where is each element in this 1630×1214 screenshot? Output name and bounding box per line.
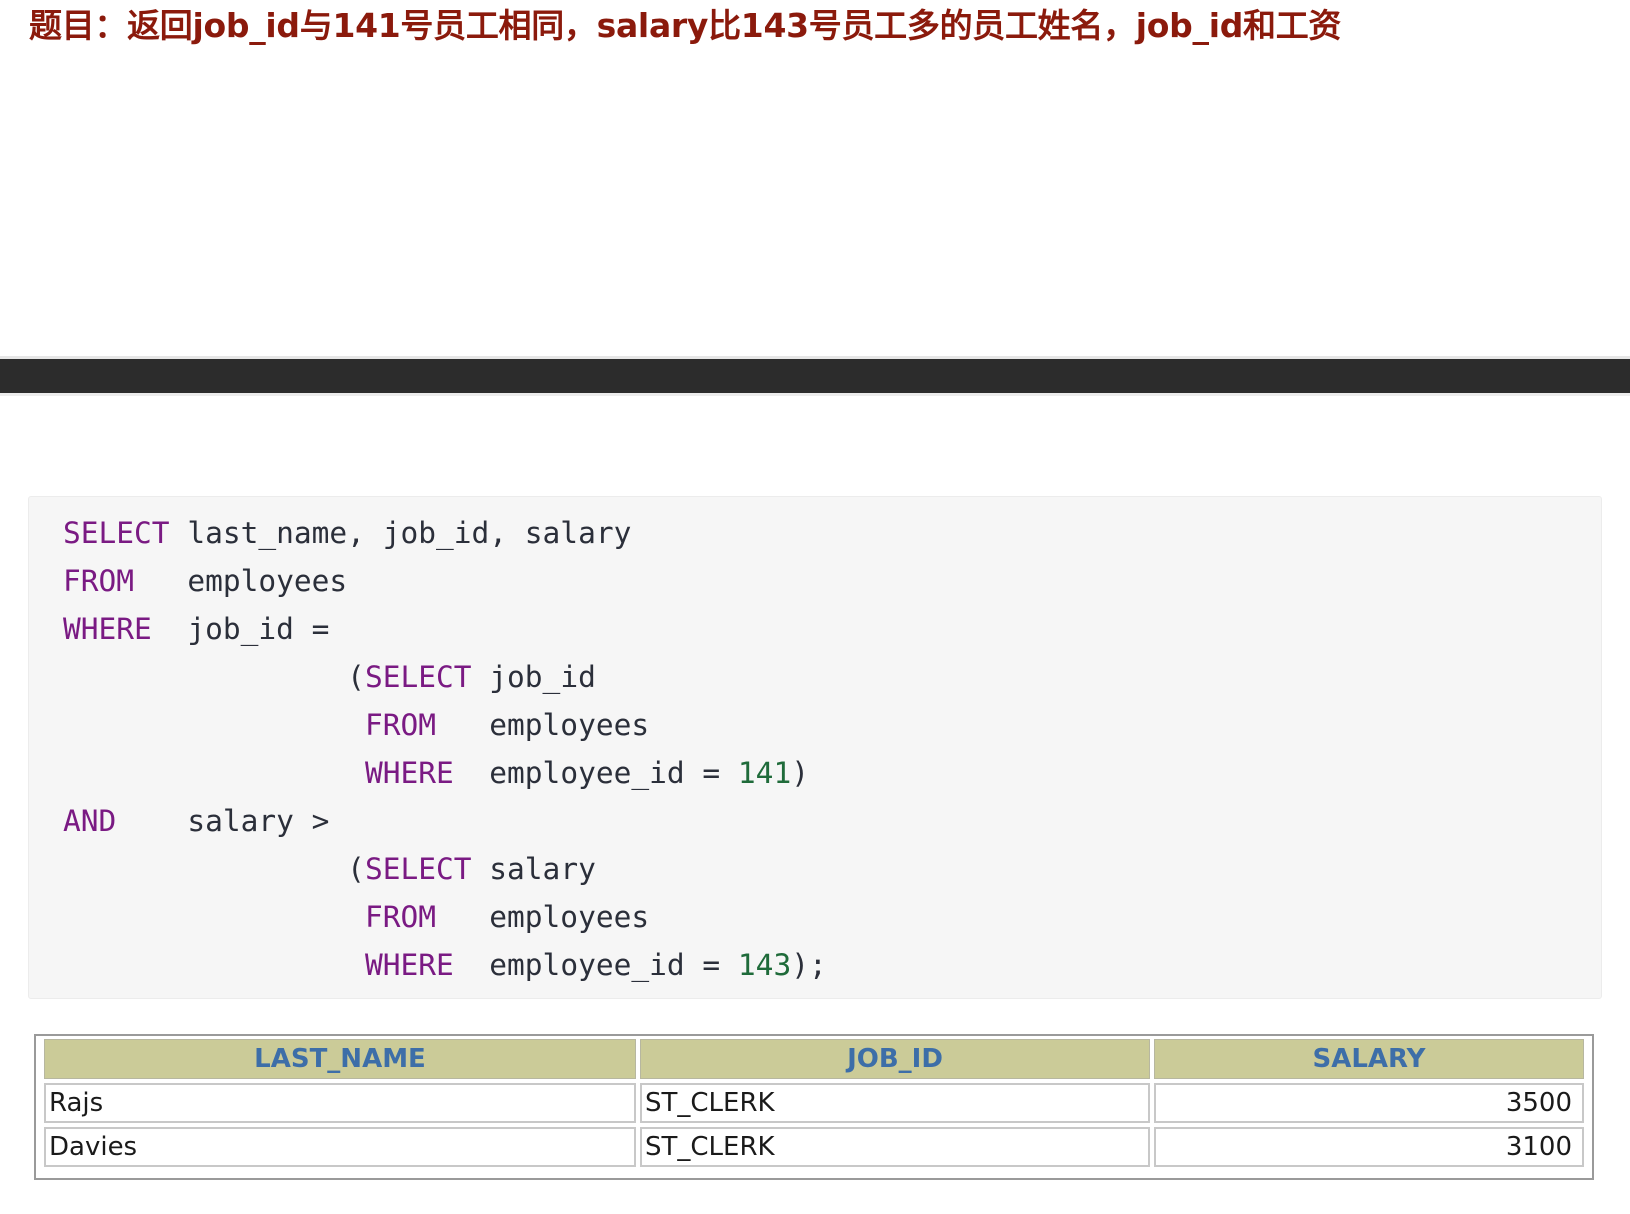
sql-number: 143 (737, 948, 792, 982)
sql-text: employees (134, 564, 348, 598)
sql-text: salary (471, 852, 596, 886)
table-row: Davies ST_CLERK 3100 (44, 1127, 1584, 1167)
code-line: AND salary > (63, 797, 827, 845)
code-line: (SELECT salary (63, 845, 827, 893)
sql-text: ) (791, 756, 809, 790)
code-line: WHERE employee_id = 141) (63, 749, 827, 797)
sql-text: job_id (471, 660, 596, 694)
sql-keyword: FROM (364, 708, 436, 742)
cell-job-id: ST_CLERK (640, 1127, 1150, 1167)
table-row: Rajs ST_CLERK 3500 (44, 1083, 1584, 1123)
sql-code: SELECT last_name, job_id, salary FROM emp… (63, 509, 827, 989)
sql-keyword: FROM (63, 564, 135, 598)
cell-job-id: ST_CLERK (640, 1083, 1150, 1123)
sql-number: 141 (737, 756, 792, 790)
table-header-row: LAST_NAME JOB_ID SALARY (44, 1039, 1584, 1079)
sql-keyword: SELECT (63, 516, 170, 550)
sql-keyword: WHERE (63, 612, 152, 646)
code-line: FROM employees (63, 893, 827, 941)
sql-keyword: SELECT (364, 660, 472, 694)
cell-last-name: Davies (44, 1127, 636, 1167)
sql-text: employee_id = (453, 756, 738, 790)
sql-text: last_name, job_id, salary (169, 516, 632, 550)
sql-text: employees (435, 900, 650, 934)
sql-text: ( (63, 660, 365, 694)
code-line: WHERE employee_id = 143); (63, 941, 827, 989)
sql-code-block: SELECT last_name, job_id, salary FROM emp… (28, 496, 1602, 999)
code-line: WHERE job_id = (63, 605, 827, 653)
sql-text: employees (435, 708, 650, 742)
sql-keyword: FROM (364, 900, 436, 934)
cell-salary: 3100 (1154, 1127, 1584, 1167)
result-table-frame: LAST_NAME JOB_ID SALARY Rajs ST_CLERK 35… (34, 1034, 1594, 1180)
sql-keyword: SELECT (364, 852, 472, 886)
result-table: LAST_NAME JOB_ID SALARY Rajs ST_CLERK 35… (40, 1035, 1588, 1171)
column-header-salary: SALARY (1154, 1039, 1584, 1079)
sql-text: employee_id = (453, 948, 738, 982)
cell-salary: 3500 (1154, 1083, 1584, 1123)
code-line: (SELECT job_id (63, 653, 827, 701)
sql-keyword: AND (63, 804, 117, 838)
column-header-job-id: JOB_ID (640, 1039, 1150, 1079)
code-line: FROM employees (63, 557, 827, 605)
divider-bottom (0, 393, 1630, 396)
sql-keyword: WHERE (364, 948, 454, 982)
code-line: SELECT last_name, job_id, salary (63, 509, 827, 557)
cell-last-name: Rajs (44, 1083, 636, 1123)
sql-text: salary > (116, 804, 330, 838)
divider-bar (0, 359, 1630, 393)
sql-text: ( (63, 852, 365, 886)
sql-text: job_id = (151, 612, 330, 646)
code-line: FROM employees (63, 701, 827, 749)
sql-text: ); (791, 948, 827, 982)
sql-keyword: WHERE (364, 756, 454, 790)
page-title: 题目：返回job_id与141号员工相同，salary比143号员工多的员工姓名… (29, 6, 1342, 45)
column-header-last-name: LAST_NAME (44, 1039, 636, 1079)
